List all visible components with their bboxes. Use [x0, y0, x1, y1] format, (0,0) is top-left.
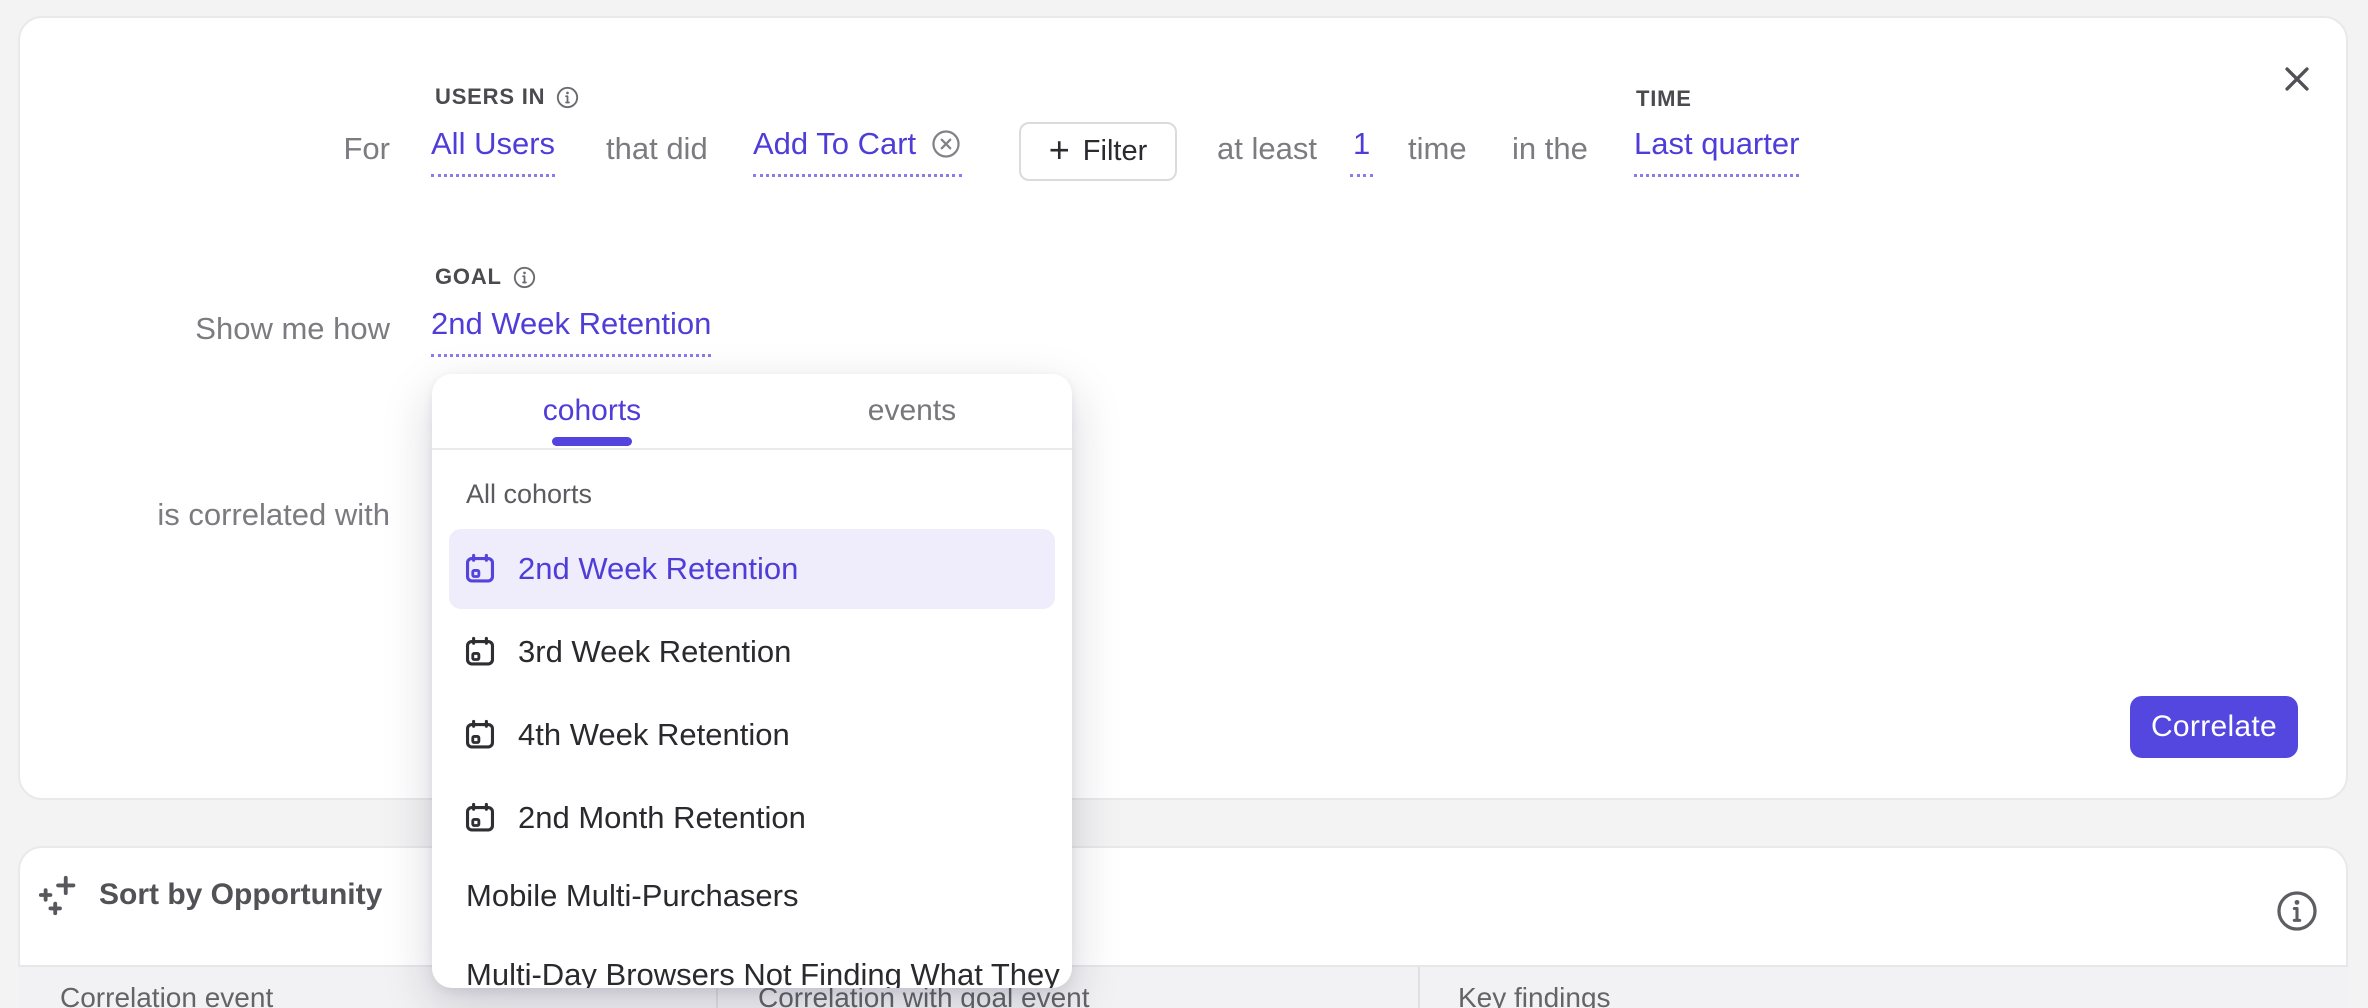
- correlation-query-page: USERS IN For All Users that did Add To C…: [0, 0, 2368, 1008]
- list-item-3rd-week-retention[interactable]: 3rd Week Retention: [449, 612, 1055, 692]
- list-item-4th-week-retention[interactable]: 4th Week Retention: [449, 695, 1055, 775]
- calendar-icon: [463, 552, 497, 586]
- calendar-icon: [463, 718, 497, 752]
- event-selector[interactable]: Add To Cart: [753, 126, 962, 177]
- results-table-header-row: Correlation event Correlation with goal …: [18, 965, 2348, 1008]
- list-item-label: 3rd Week Retention: [518, 634, 791, 670]
- goal-selector-value: 2nd Week Retention: [431, 306, 711, 342]
- cohort-selector[interactable]: All Users: [431, 126, 555, 177]
- list-item-multi-day-browsers[interactable]: Multi-Day Browsers Not Finding What They: [449, 935, 1055, 988]
- column-header-key-findings: Key findings: [1458, 982, 1611, 1008]
- list-item-label: 2nd Month Retention: [518, 800, 806, 836]
- that-did-text: that did: [606, 131, 708, 167]
- at-least-text: at least: [1217, 131, 1317, 167]
- circle-x-icon[interactable]: [930, 128, 962, 160]
- sort-by-opportunity-label: Sort by Opportunity: [99, 878, 382, 912]
- add-filter-button[interactable]: + Filter: [1019, 122, 1177, 181]
- calendar-icon: [463, 635, 497, 669]
- list-item-label: Mobile Multi-Purchasers: [466, 878, 799, 914]
- list-item-2nd-month-retention[interactable]: 2nd Month Retention: [449, 778, 1055, 858]
- count-value: 1: [1353, 126, 1370, 162]
- goal-label: GOAL: [435, 264, 537, 290]
- is-correlated-with-text: is correlated with: [100, 497, 390, 533]
- cohort-selector-value: All Users: [431, 126, 555, 162]
- for-text: For: [300, 131, 390, 167]
- show-me-how-text: Show me how: [150, 311, 390, 347]
- time-range-value: Last quarter: [1634, 126, 1799, 162]
- tab-events[interactable]: events: [752, 374, 1072, 448]
- add-filter-label: Filter: [1083, 135, 1147, 168]
- sparkle-plus-icon: [37, 872, 83, 918]
- close-button[interactable]: [2274, 56, 2320, 102]
- info-icon: [512, 265, 537, 290]
- users-in-label: USERS IN: [435, 84, 580, 110]
- goal-label-text: GOAL: [435, 264, 502, 290]
- list-item-label: 2nd Week Retention: [518, 551, 798, 587]
- time-text: time: [1408, 131, 1467, 167]
- sort-by-opportunity-button[interactable]: Sort by Opportunity: [37, 872, 382, 918]
- plus-icon: +: [1049, 132, 1070, 168]
- goal-selector[interactable]: 2nd Week Retention: [431, 306, 711, 357]
- goal-selector-dropdown: cohorts events All cohorts 2nd Week Rete…: [432, 374, 1072, 988]
- calendar-icon: [463, 801, 497, 835]
- time-label: TIME: [1636, 86, 1692, 112]
- list-item-label: 4th Week Retention: [518, 717, 790, 753]
- column-header-correlation-event: Correlation event: [60, 982, 273, 1008]
- list-item-label: Multi-Day Browsers Not Finding What They: [466, 957, 1060, 988]
- info-icon: [2274, 888, 2320, 934]
- list-item-mobile-multi-purchasers[interactable]: Mobile Multi-Purchasers: [449, 856, 1055, 936]
- active-tab-indicator: [552, 437, 632, 446]
- event-selector-value: Add To Cart: [753, 126, 916, 162]
- dropdown-tabs: cohorts events: [432, 374, 1072, 450]
- info-icon: [555, 85, 580, 110]
- results-info-button[interactable]: [2272, 886, 2322, 936]
- correlate-button[interactable]: Correlate: [2130, 696, 2298, 758]
- time-range-selector[interactable]: Last quarter: [1634, 126, 1799, 177]
- count-selector[interactable]: 1: [1350, 126, 1373, 177]
- list-item-2nd-week-retention[interactable]: 2nd Week Retention: [449, 529, 1055, 609]
- users-in-label-text: USERS IN: [435, 84, 545, 110]
- dropdown-section-label: All cohorts: [466, 479, 592, 510]
- column-divider: [1418, 967, 1420, 1008]
- close-icon: [2280, 62, 2314, 96]
- in-the-text: in the: [1512, 131, 1588, 167]
